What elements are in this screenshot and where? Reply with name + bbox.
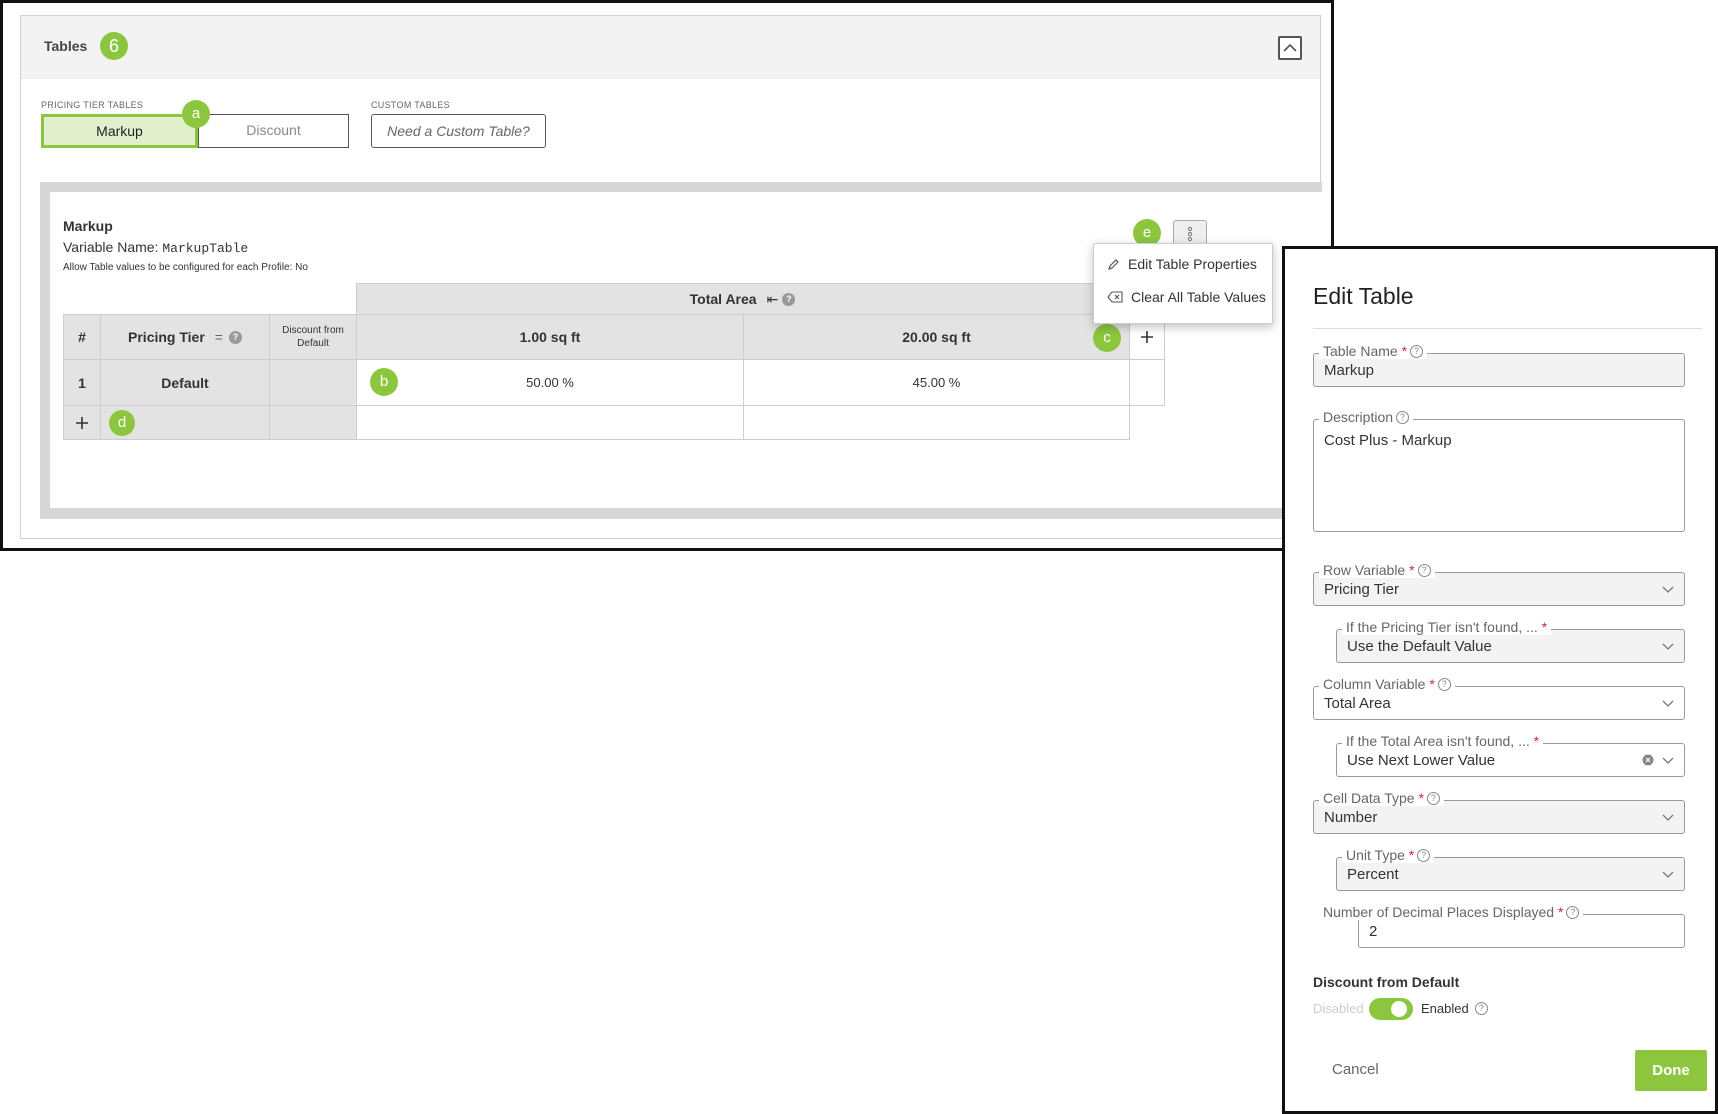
help-icon: ?	[1417, 564, 1431, 577]
row-fallback-value: Use the Default Value	[1347, 637, 1492, 655]
panel-title: Tables	[44, 38, 88, 54]
menu-item-label: Clear All Table Values	[1131, 289, 1266, 305]
pricing-tier-caption: PRICING TIER TABLES	[41, 100, 144, 110]
chevron-down-icon	[1662, 700, 1674, 707]
plus-icon	[76, 416, 88, 429]
done-button[interactable]: Done	[1635, 1050, 1707, 1091]
table-options-menu: Edit Table Properties Clear All Table Va…	[1093, 243, 1273, 324]
clear-icon[interactable]	[1642, 754, 1654, 766]
step-badge: 6	[100, 32, 128, 60]
row-discount-cell	[269, 359, 357, 406]
add-row-discount-cell	[269, 405, 357, 440]
table-name-label: Table Name *?	[1319, 343, 1428, 359]
help-icon: ?	[1426, 792, 1440, 805]
row-fallback-label: If the Pricing Tier isn't found, ... *	[1342, 619, 1552, 635]
column-header-pricing-tier: Pricing Tier = ?	[100, 314, 270, 360]
table-name-value: Markup	[1324, 361, 1375, 379]
toggle-off-label: Disabled	[1313, 1001, 1364, 1016]
chevron-down-icon	[1662, 586, 1674, 593]
toggle-knob	[1391, 1001, 1407, 1017]
chevron-down-icon	[1662, 814, 1674, 821]
table-value-cell[interactable]: 50.00 %	[356, 359, 744, 406]
add-row-empty-cell	[356, 405, 744, 440]
column-fallback-label: If the Total Area isn't found, ... *	[1342, 733, 1544, 749]
edit-table-dialog: Edit Table Markup Table Name *? Cost Plu…	[1282, 246, 1718, 1114]
custom-table-button[interactable]: Need a Custom Table?	[371, 114, 546, 148]
table-value-cell[interactable]: 45.00 %	[743, 359, 1130, 406]
decimal-places-value: 2	[1369, 922, 1378, 940]
panel-header: Tables 6	[21, 16, 1320, 79]
callout-marker-c: c	[1093, 324, 1121, 352]
pricing-tier-header-label: Pricing Tier	[128, 329, 205, 345]
chevron-down-icon	[1662, 757, 1674, 764]
help-icon: ?	[1417, 849, 1431, 862]
column-group-label: Total Area	[689, 291, 757, 307]
chevron-down-icon	[1662, 871, 1674, 878]
tab-discount[interactable]: Discount	[198, 114, 349, 148]
cell-data-type-value: Number	[1324, 808, 1378, 826]
dialog-title: Edit Table	[1313, 283, 1414, 309]
tab-markup[interactable]: Markup	[41, 114, 198, 148]
drag-handle-icon[interactable]: =	[215, 329, 223, 345]
callout-marker-b: b	[370, 368, 398, 396]
backspace-icon	[1107, 291, 1123, 303]
chevron-down-icon	[1662, 643, 1674, 650]
column-header-area-1[interactable]: 1.00 sq ft	[356, 314, 744, 360]
help-icon: ?	[782, 292, 796, 306]
column-variable-label: Column Variable *?	[1319, 676, 1455, 692]
help-icon: ?	[1474, 1002, 1488, 1015]
callout-marker-a: a	[182, 100, 210, 128]
unit-type-value: Percent	[1347, 865, 1399, 883]
menu-item-clear-values[interactable]: Clear All Table Values	[1107, 289, 1266, 305]
toggle-on-label: Enabled?	[1421, 1001, 1488, 1016]
menu-item-label: Edit Table Properties	[1128, 256, 1257, 272]
column-header-discount: Discount from Default	[269, 314, 357, 360]
cancel-button[interactable]: Cancel	[1332, 1061, 1379, 1078]
arrow-left-bar-icon: ⇤	[766, 290, 779, 307]
plus-icon	[1141, 331, 1153, 343]
row-end-cell	[1129, 359, 1165, 406]
pencil-icon	[1108, 258, 1119, 270]
decimal-places-label: Number of Decimal Places Displayed *?	[1319, 904, 1584, 920]
description-value: Cost Plus - Markup	[1324, 432, 1452, 449]
callout-marker-d: d	[109, 410, 135, 436]
table-frame: Markup Variable Name: MarkupTable Allow …	[40, 182, 1322, 519]
column-header-number: #	[63, 314, 101, 360]
description-label: Description?	[1319, 409, 1414, 425]
help-icon: ?	[1396, 411, 1410, 424]
variable-name-value: MarkupTable	[162, 241, 249, 256]
menu-item-edit-properties[interactable]: Edit Table Properties	[1107, 256, 1257, 272]
row-variable-label: Row Variable *?	[1319, 562, 1435, 578]
help-icon: ?	[228, 330, 242, 344]
kebab-menu-icon	[1187, 226, 1193, 242]
column-fallback-value: Use Next Lower Value	[1347, 751, 1496, 769]
allow-profile-config-text: Allow Table values to be configured for …	[63, 262, 308, 273]
description-field[interactable]: Cost Plus - Markup	[1313, 419, 1685, 532]
row-number: 1	[63, 359, 101, 406]
variable-name-row: Variable Name: MarkupTable	[63, 239, 248, 256]
row-tier-name: Default	[100, 359, 270, 406]
help-icon: ?	[1410, 345, 1424, 358]
row-variable-value: Pricing Tier	[1324, 580, 1400, 598]
cell-data-type-label: Cell Data Type *?	[1319, 790, 1444, 806]
help-icon: ?	[1566, 906, 1580, 919]
custom-tables-caption: CUSTOM TABLES	[371, 100, 450, 110]
table-title: Markup	[63, 218, 113, 234]
column-header-area-2[interactable]: 20.00 sq ft	[743, 314, 1130, 360]
add-row-empty-cell	[743, 405, 1130, 440]
divider	[1313, 328, 1702, 329]
discount-heading: Discount from Default	[1313, 974, 1460, 990]
chevron-up-icon	[1283, 43, 1297, 52]
column-group-header: Total Area ⇤ ?	[356, 283, 1129, 315]
help-icon: ?	[1437, 678, 1451, 691]
variable-name-label: Variable Name:	[63, 239, 163, 255]
collapse-button[interactable]	[1278, 36, 1302, 60]
add-row-button[interactable]	[63, 405, 101, 440]
table-card: Markup Variable Name: MarkupTable Allow …	[50, 192, 1322, 508]
column-variable-value: Total Area	[1324, 694, 1391, 712]
unit-type-label: Unit Type *?	[1342, 847, 1435, 863]
